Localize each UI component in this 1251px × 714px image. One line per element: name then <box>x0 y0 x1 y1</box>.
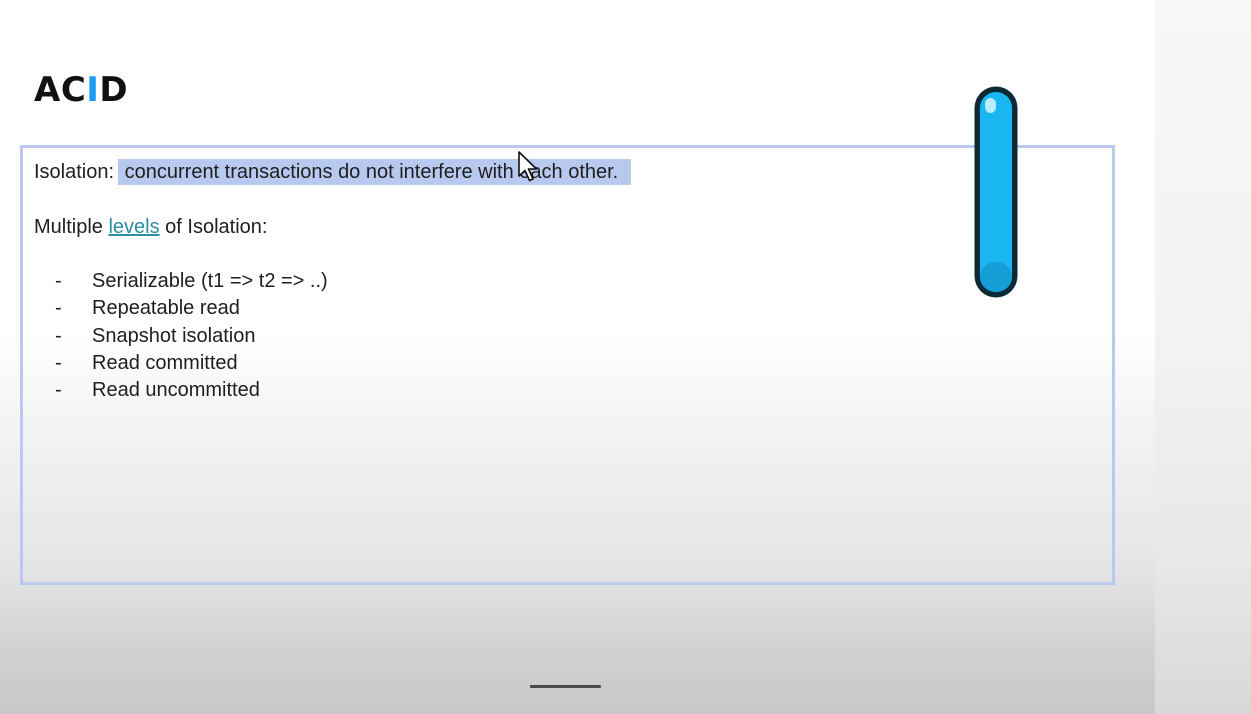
title-accent-letter: I <box>86 70 100 110</box>
levels-link[interactable]: levels <box>108 216 159 238</box>
level-label: Repeatable read <box>92 297 240 320</box>
isolation-definition[interactable]: Isolation: concurrent transactions do no… <box>34 159 632 185</box>
level-label: Read uncommitted <box>92 379 260 402</box>
levels-intro-before: Multiple <box>34 216 109 238</box>
definition-label: Isolation: <box>34 161 115 183</box>
level-label: Snapshot isolation <box>92 324 256 347</box>
bullet-dash: - <box>55 270 62 292</box>
level-label: Read committed <box>92 351 238 374</box>
vertical-pill-icon[interactable] <box>972 84 1020 300</box>
bullet-dash: - <box>55 379 62 402</box>
bullet-dash: - <box>55 324 62 347</box>
levels-intro-after: of Isolation: <box>159 216 268 238</box>
bottom-handle-bar[interactable] <box>530 685 601 688</box>
levels-intro: Multiple levels of Isolation: <box>34 214 267 240</box>
title-suffix: D <box>99 70 129 110</box>
bullet-dash: - <box>55 351 62 374</box>
bullet-dash: - <box>55 297 62 320</box>
arrow-cursor-icon <box>518 151 538 182</box>
right-edge-strip <box>1155 0 1251 714</box>
selected-text-highlight[interactable]: concurrent transactions do not interfere… <box>117 159 632 185</box>
level-label: Serializable (t1 => t2 => ..) <box>92 270 328 292</box>
slide-title: ACID <box>34 66 128 114</box>
title-prefix: AC <box>34 70 87 110</box>
